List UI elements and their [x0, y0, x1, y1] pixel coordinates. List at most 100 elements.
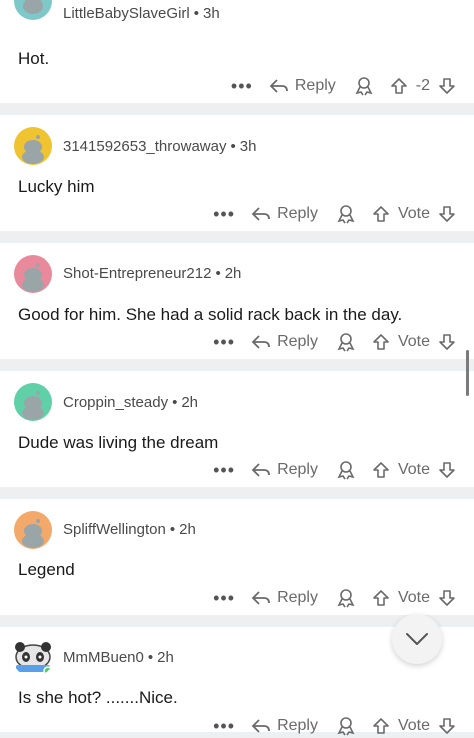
separator-dot: •: [230, 138, 236, 155]
vote-count: -2: [415, 77, 430, 94]
comment: Shot-Entrepreneur212 • 2h Good for him. Sh…: [0, 243, 474, 359]
reply-arrow-icon: [251, 335, 270, 349]
timestamp: 2h: [157, 649, 174, 666]
more-options-button[interactable]: •••: [229, 76, 255, 97]
comment-actions: ••• Reply Vote: [211, 330, 456, 354]
reply-label: Reply: [277, 717, 318, 734]
comment-text: Legend: [18, 560, 75, 579]
avatar[interactable]: [12, 635, 54, 677]
username[interactable]: Croppin_steady: [63, 394, 168, 411]
timestamp: 2h: [179, 521, 196, 538]
award-button[interactable]: [354, 76, 374, 96]
upvote-arrow-icon[interactable]: [372, 205, 390, 223]
reply-arrow-icon: [251, 207, 270, 221]
chevron-down-icon: [406, 633, 428, 645]
upvote-arrow-icon[interactable]: [372, 461, 390, 479]
upvote-arrow-icon[interactable]: [372, 589, 390, 607]
username[interactable]: SpliffWellington: [63, 521, 166, 538]
more-options-button[interactable]: •••: [211, 332, 237, 353]
more-options-button[interactable]: •••: [211, 716, 237, 737]
comment: LittleBabySlaveGirl • 3h Hot. ••• Reply -2: [0, 0, 474, 103]
award-button[interactable]: [336, 716, 356, 736]
timestamp: 3h: [239, 138, 257, 155]
more-options-button[interactable]: •••: [211, 460, 237, 481]
username[interactable]: 3141592653_throwaway: [63, 138, 226, 155]
more-options-button[interactable]: •••: [211, 204, 237, 225]
reply-arrow-icon: [251, 591, 270, 605]
vote-label: Vote: [397, 461, 430, 478]
username[interactable]: MmMBuen0: [63, 649, 144, 666]
reply-button[interactable]: Reply: [251, 205, 318, 223]
comment-meta: SpliffWellington • 2h: [63, 521, 196, 538]
reply-button[interactable]: Reply: [251, 589, 318, 607]
avatar[interactable]: [14, 127, 52, 165]
reply-button[interactable]: Reply: [269, 77, 336, 95]
upvote-arrow-icon[interactable]: [372, 717, 390, 735]
vote-label: Vote: [397, 333, 430, 350]
award-button[interactable]: [336, 204, 356, 224]
separator-dot: •: [147, 649, 154, 666]
upvote-arrow-icon[interactable]: [390, 77, 408, 95]
reply-button[interactable]: Reply: [251, 461, 318, 479]
avatar[interactable]: [14, 0, 52, 20]
vote-label: Vote: [397, 717, 430, 734]
downvote-arrow-icon[interactable]: [438, 589, 456, 607]
reply-label: Reply: [294, 77, 336, 94]
award-button[interactable]: [336, 332, 356, 352]
award-icon: [337, 333, 355, 352]
avatar[interactable]: [14, 511, 52, 549]
vote-control: Vote: [372, 205, 456, 223]
reply-label: Reply: [277, 461, 318, 478]
downvote-arrow-icon[interactable]: [438, 205, 456, 223]
upvote-arrow-icon[interactable]: [372, 333, 390, 351]
snoo-avatar-icon: [22, 391, 44, 420]
award-button[interactable]: [336, 460, 356, 480]
username[interactable]: LittleBabySlaveGirl: [63, 5, 190, 22]
reply-label: Reply: [277, 205, 318, 222]
separator-dot: •: [215, 265, 221, 282]
comment-meta: LittleBabySlaveGirl • 3h: [63, 5, 220, 22]
award-icon: [337, 461, 355, 480]
vote-control: Vote: [372, 461, 456, 479]
vote-label: Vote: [397, 205, 430, 222]
snoo-avatar-icon: [23, 0, 43, 14]
award-icon: [355, 77, 373, 96]
timestamp: 2h: [181, 394, 199, 411]
comment-meta: Croppin_steady • 2h: [63, 394, 198, 411]
reply-button[interactable]: Reply: [251, 333, 318, 351]
separator-dot: •: [172, 394, 178, 411]
reply-arrow-icon: [269, 79, 288, 93]
more-options-button[interactable]: •••: [211, 588, 237, 609]
downvote-arrow-icon[interactable]: [438, 77, 456, 95]
comment-meta: MmMBuen0 • 2h: [63, 649, 174, 666]
downvote-arrow-icon[interactable]: [438, 717, 456, 735]
comment-actions: ••• Reply Vote: [211, 714, 456, 738]
comment-text: Dude was living the dream: [18, 433, 219, 452]
award-icon: [337, 205, 355, 224]
separator-dot: •: [169, 521, 176, 538]
next-comment-button[interactable]: [392, 614, 442, 664]
award-button[interactable]: [336, 588, 356, 608]
vote-label: Vote: [397, 589, 430, 606]
reply-label: Reply: [277, 333, 318, 350]
scrollbar-thumb[interactable]: [466, 350, 469, 396]
snoo-avatar-icon: [22, 135, 44, 164]
downvote-arrow-icon[interactable]: [438, 333, 456, 351]
award-icon: [337, 589, 355, 608]
downvote-arrow-icon[interactable]: [438, 461, 456, 479]
avatar[interactable]: [14, 255, 52, 293]
avatar[interactable]: [14, 383, 52, 421]
panda-avatar-icon: [15, 642, 53, 676]
comment-text: Hot.: [18, 49, 50, 68]
username[interactable]: Shot-Entrepreneur212: [63, 265, 211, 282]
comment-text: Lucky him: [18, 177, 95, 196]
award-icon: [337, 717, 355, 736]
reply-button[interactable]: Reply: [251, 717, 318, 735]
reply-label: Reply: [277, 589, 318, 606]
comment-actions: ••• Reply Vote: [211, 202, 456, 226]
comment-actions: ••• Reply Vote: [211, 586, 456, 610]
snoo-avatar-icon: [22, 263, 44, 292]
comment-meta: Shot-Entrepreneur212 • 2h: [63, 265, 241, 282]
reply-arrow-icon: [251, 463, 270, 477]
comment-text: Is she hot? .......Nice.: [18, 688, 178, 707]
